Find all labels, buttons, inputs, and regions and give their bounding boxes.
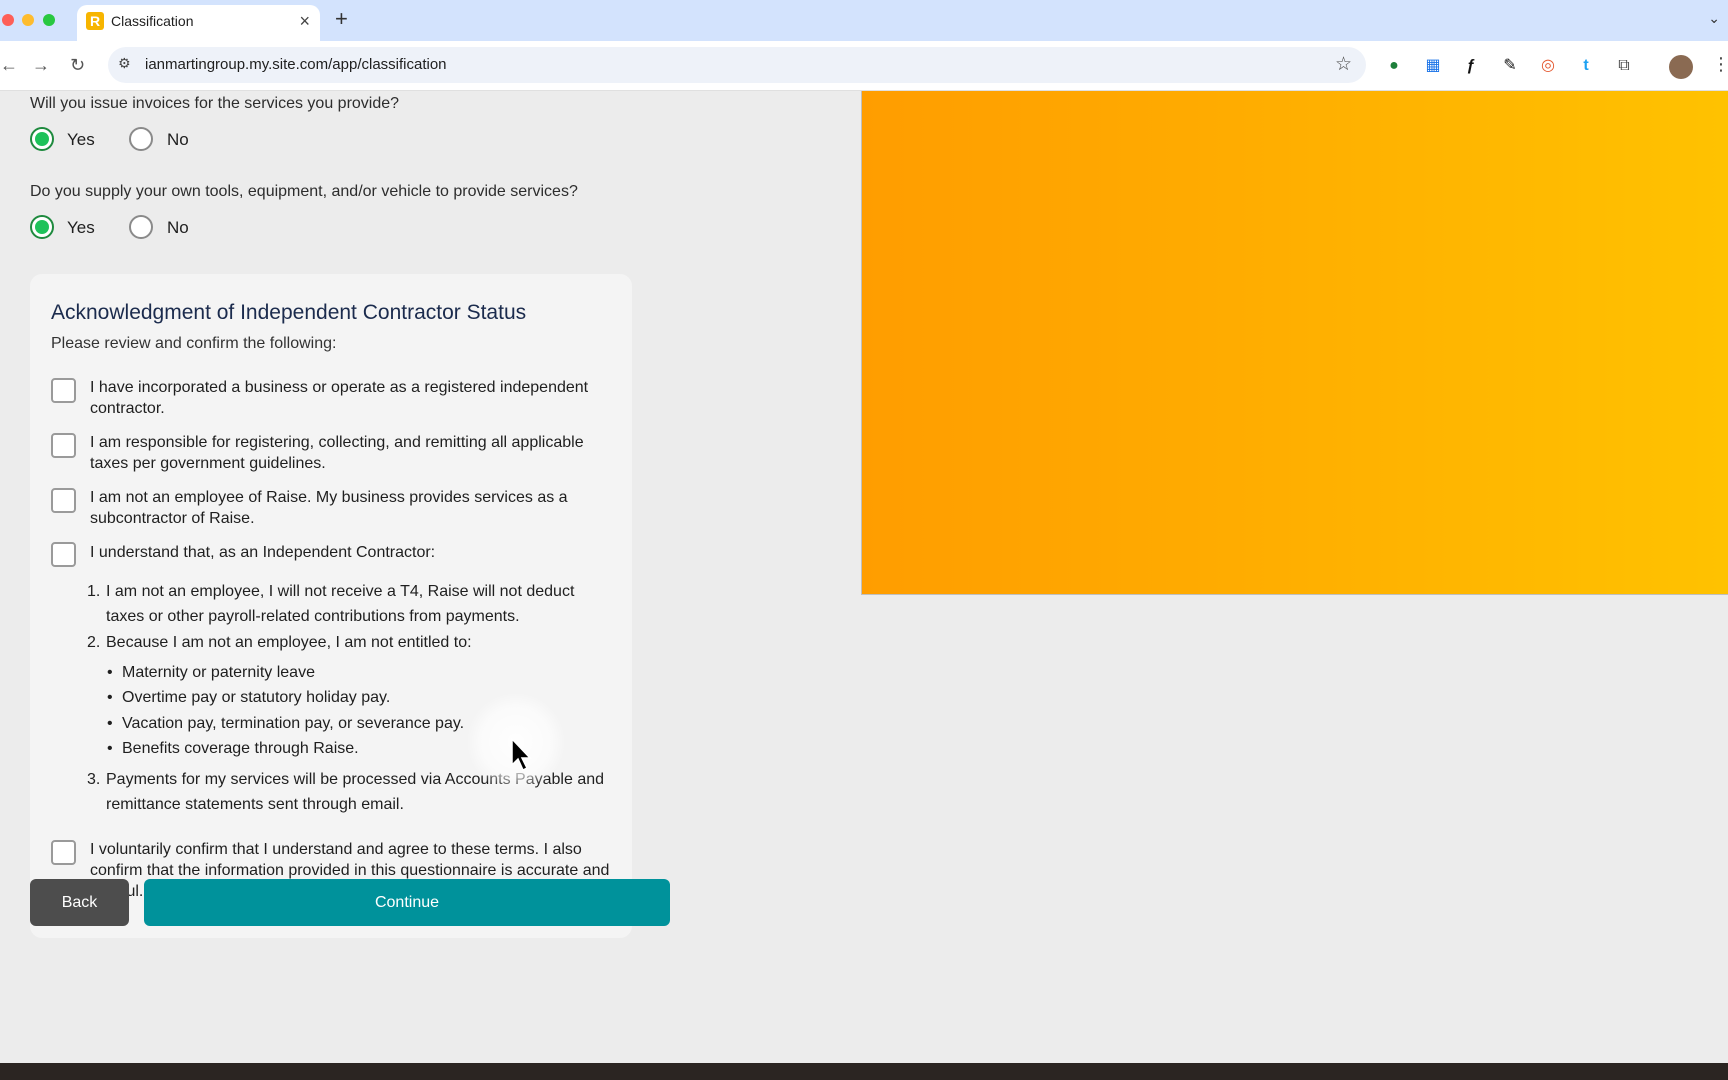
dropper-icon[interactable]: ✎ — [1499, 55, 1521, 77]
ack-text-taxes[interactable]: I am responsible for registering, collec… — [90, 432, 610, 474]
card-subtitle: Please review and confirm the following: — [51, 335, 337, 352]
back-nav-icon[interactable]: ← — [0, 54, 18, 76]
browser-toolbar: ← → ↻ ⚙ ianmartingroup.my.site.com/app/c… — [0, 41, 1728, 91]
radio-invoices-yes[interactable] — [30, 127, 54, 151]
list-number: 1. — [87, 583, 101, 600]
ack-text-incorporated[interactable]: I have incorporated a business or operat… — [90, 377, 610, 419]
bullet-icon: • — [107, 664, 113, 681]
radio-label-no[interactable]: No — [167, 218, 189, 238]
acknowledgment-card: Acknowledgment of Independent Contractor… — [30, 274, 632, 938]
list-number: 2. — [87, 634, 101, 651]
list-text: I am not an employee, I will not receive… — [106, 583, 575, 625]
grid-icon[interactable]: ▦ — [1422, 55, 1444, 77]
ack-checkbox-taxes[interactable] — [51, 433, 76, 458]
mouse-cursor-icon — [511, 737, 532, 772]
bullet-icon: • — [107, 715, 113, 732]
bullet-icon: • — [107, 689, 113, 706]
radio-tools-no[interactable] — [129, 215, 153, 239]
minimize-window-button[interactable] — [22, 14, 34, 26]
site-info-icon[interactable]: ⚙ — [118, 55, 131, 72]
taskbar-strip — [0, 1063, 1728, 1080]
palette-icon[interactable]: ● — [1383, 55, 1405, 77]
tab-search-icon[interactable]: ⌄ — [1708, 10, 1720, 27]
question-tools: Do you supply your own tools, equipment,… — [30, 183, 578, 200]
not-entitled-item: Overtime pay or statutory holiday pay. — [122, 689, 391, 706]
tab-title: Classification — [111, 13, 194, 29]
t-icon[interactable]: t — [1575, 55, 1597, 77]
not-entitled-item: Vacation pay, termination pay, or severa… — [122, 715, 465, 732]
browser-tab[interactable]: R Classification × — [77, 5, 320, 41]
new-tab-button[interactable]: + — [335, 6, 348, 32]
profile-avatar[interactable] — [1669, 55, 1693, 79]
radio-label-yes[interactable]: Yes — [67, 218, 95, 238]
script-icon[interactable]: ƒ — [1460, 55, 1482, 77]
radio-tools-yes[interactable] — [30, 215, 54, 239]
ack-checkbox-understand[interactable] — [51, 542, 76, 567]
browser-tab-bar: R Classification × + ⌄ — [0, 0, 1728, 41]
bullet-icon: • — [107, 740, 113, 757]
not-entitled-item: Maternity or paternity leave — [122, 664, 315, 681]
not-entitled-item: Benefits coverage through Raise. — [122, 740, 359, 757]
ack-checkbox-final-confirm[interactable] — [51, 840, 76, 865]
card-title: Acknowledgment of Independent Contractor… — [51, 301, 527, 324]
browser-menu-icon[interactable]: ⋮ — [1712, 54, 1728, 75]
list-text: Because I am not an employee, I am not e… — [106, 634, 472, 651]
reload-icon[interactable]: ↻ — [70, 54, 85, 76]
back-button[interactable]: Back — [30, 879, 129, 926]
ack-text-understand[interactable]: I understand that, as an Independent Con… — [90, 542, 610, 563]
close-window-button[interactable] — [2, 14, 14, 26]
bookmark-star-icon[interactable]: ☆ — [1335, 53, 1352, 76]
ack-text-not-employee[interactable]: I am not an employee of Raise. My busine… — [90, 487, 610, 529]
url-text[interactable]: ianmartingroup.my.site.com/app/classific… — [145, 56, 447, 73]
ack-checkbox-incorporated[interactable] — [51, 378, 76, 403]
classification-page: Will you issue invoices for the services… — [0, 91, 1728, 1063]
continue-button[interactable]: Continue — [144, 879, 670, 926]
hero-banner-image — [861, 91, 1728, 595]
address-bar[interactable]: ⚙ ianmartingroup.my.site.com/app/classif… — [108, 47, 1366, 83]
puzzle-icon[interactable]: ⧉ — [1613, 55, 1635, 77]
forward-nav-icon[interactable]: → — [32, 54, 50, 76]
ack-checkbox-not-employee[interactable] — [51, 488, 76, 513]
radio-label-yes[interactable]: Yes — [67, 130, 95, 150]
close-tab-icon[interactable]: × — [299, 11, 310, 31]
list-number: 3. — [87, 771, 101, 788]
maximize-window-button[interactable] — [43, 14, 55, 26]
raise-favicon-icon: R — [86, 12, 104, 30]
radio-label-no[interactable]: No — [167, 130, 189, 150]
ring-icon[interactable]: ◎ — [1537, 55, 1559, 77]
question-invoices: Will you issue invoices for the services… — [30, 95, 400, 112]
radio-invoices-no[interactable] — [129, 127, 153, 151]
